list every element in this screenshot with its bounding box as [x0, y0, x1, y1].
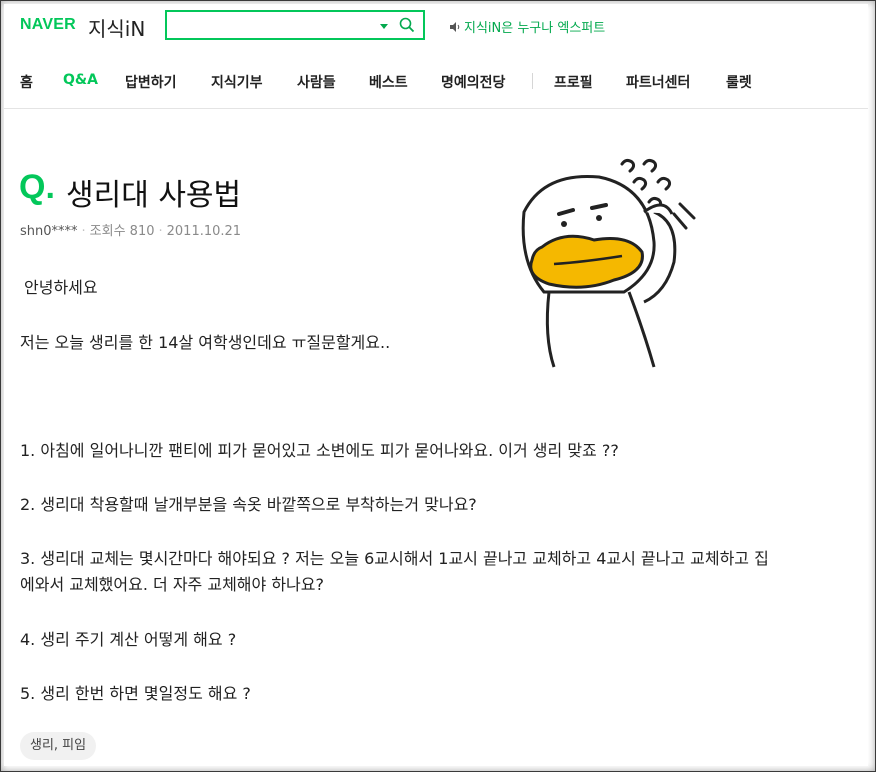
author-name[interactable]: shn0****	[20, 224, 78, 239]
search-box	[165, 10, 425, 40]
question-item-2: 2. 생리대 착용할때 날개부분을 속옷 바깥쪽으로 부착하는거 맞나요?	[20, 495, 477, 514]
promo-text: 지식iN은 누구나 엑스퍼트	[464, 21, 606, 36]
nav-profile[interactable]: 프로필	[554, 72, 593, 92]
nav-roulette[interactable]: 룰렛	[726, 72, 752, 92]
search-icon[interactable]	[399, 17, 415, 33]
post-date: 2011.10.21	[166, 224, 242, 239]
duck-sticker-image	[521, 158, 696, 368]
caret-down-icon[interactable]	[379, 21, 389, 31]
question-item-4: 4. 생리 주기 계산 어떻게 해요 ?	[20, 630, 237, 649]
naver-logo[interactable]: NAVER	[20, 16, 76, 34]
question-item-5: 5. 생리 한번 하면 몇일정도 해요 ?	[20, 684, 251, 703]
question-item-1: 1. 아침에 일어나니깐 팬티에 피가 묻어있고 소변에도 피가 묻어나와요. …	[20, 441, 619, 460]
nav-partner-center[interactable]: 파트너센터	[626, 72, 690, 92]
speaker-icon	[450, 22, 460, 32]
nav-answer[interactable]: 답변하기	[125, 72, 177, 92]
nav-home[interactable]: 홈	[20, 72, 33, 92]
nav-hall-of-fame[interactable]: 명예의전당	[441, 72, 505, 92]
search-input[interactable]	[171, 15, 371, 37]
tag-chip[interactable]: 생리, 피임	[20, 732, 97, 760]
question-meta: shn0**** · 조회수 810 · 2011.10.21	[20, 224, 242, 239]
nav-best[interactable]: 베스트	[369, 72, 408, 92]
question-title: 생리대 사용법	[66, 178, 242, 213]
nav-divider	[532, 73, 533, 89]
question-item-3: 3. 생리대 교체는 몇시간마다 해야되요 ? 저는 오늘 6교시해서 1교시 …	[20, 549, 769, 568]
jisikin-logo[interactable]: 지식iN	[88, 13, 145, 42]
expert-promo-link[interactable]: 지식iN은 누구나 엑스퍼트	[449, 17, 605, 36]
view-count: 조회수 810	[89, 224, 155, 239]
question-greeting: 안녕하세요	[24, 278, 98, 297]
nav-people[interactable]: 사람들	[297, 72, 336, 92]
nav-qna[interactable]: Q&A	[63, 72, 98, 88]
nav-donate[interactable]: 지식기부	[211, 72, 263, 92]
question-item-3-cont: 에와서 교체했어요. 더 자주 교체해야 하나요?	[20, 575, 324, 594]
page: NAVER 지식iN 지식iN은 누구나 엑스퍼트 홈 Q&A 답변하기 지식기…	[4, 4, 868, 766]
question-mark: Q.	[19, 168, 55, 206]
question-intro: 저는 오늘 생리를 한 14살 여학생인데요 ㅠ질문할게요..	[20, 333, 391, 352]
main-nav: 홈 Q&A 답변하기 지식기부 사람들 베스트 명예의전당 프로필 파트너센터 …	[4, 52, 868, 109]
